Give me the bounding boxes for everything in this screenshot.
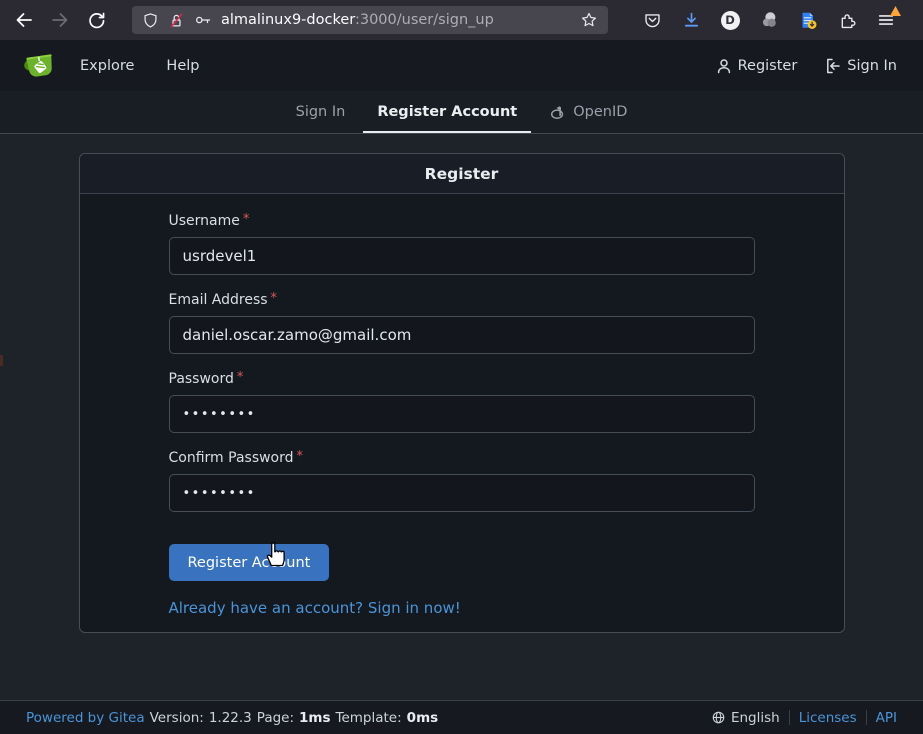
username-input[interactable]: [169, 237, 755, 275]
url-text[interactable]: almalinux9-docker:3000/user/sign_up: [221, 12, 571, 28]
downloads-icon[interactable]: [681, 10, 701, 30]
password-label: Password*: [169, 371, 755, 387]
url-bar[interactable]: almalinux9-docker:3000/user/sign_up: [132, 6, 608, 34]
nav-help[interactable]: Help: [166, 58, 199, 74]
duckduckgo-extension-icon[interactable]: D: [720, 10, 740, 30]
required-marker: *: [271, 292, 278, 305]
required-marker: *: [243, 213, 250, 226]
email-label: Email Address*: [169, 292, 755, 308]
licenses-link[interactable]: Licenses: [799, 710, 857, 726]
version-label: Version:: [150, 710, 204, 726]
shield-permissions-icon[interactable]: [142, 12, 159, 29]
footer-divider: [866, 710, 867, 725]
document-extension-icon[interactable]: [798, 10, 818, 30]
browser-toolbar: almalinux9-docker:3000/user/sign_up D: [0, 0, 923, 40]
site-navbar: Explore Help Register Sign In: [0, 40, 923, 91]
nav-explore[interactable]: Explore: [80, 58, 134, 74]
confirm-password-input[interactable]: [169, 474, 755, 512]
api-link[interactable]: API: [876, 710, 897, 726]
required-marker: *: [297, 450, 304, 463]
tab-sign-in[interactable]: Sign In: [282, 91, 360, 133]
language-label: English: [731, 710, 780, 726]
reload-icon: [87, 11, 106, 30]
required-marker: *: [237, 371, 244, 384]
nav-sign-in[interactable]: Sign In: [825, 58, 897, 74]
confirm-password-label: Confirm Password*: [169, 450, 755, 466]
globe-icon: [711, 710, 726, 725]
username-field-group: Username*: [169, 213, 755, 275]
gray-circles-extension-icon[interactable]: [759, 10, 779, 30]
page-time-label: Page:: [257, 710, 294, 726]
powered-by-gitea-link[interactable]: Powered by Gitea: [26, 710, 145, 726]
email-input[interactable]: [169, 316, 755, 354]
url-host: almalinux9-docker: [221, 12, 355, 28]
reload-button[interactable]: [80, 5, 112, 35]
tab-openid[interactable]: OpenID: [535, 91, 641, 133]
confirm-password-field-group: Confirm Password*: [169, 450, 755, 512]
site-footer: Powered by Gitea Version: 1.22.3 Page: 1…: [0, 700, 923, 734]
forward-arrow-icon: [50, 10, 70, 30]
template-time-value: 0ms: [407, 710, 439, 726]
page-content: Register Username* Email Address* Passwo…: [0, 153, 923, 719]
openid-icon: [549, 104, 566, 121]
password-input[interactable]: [169, 395, 755, 433]
extension-area: D: [642, 10, 896, 30]
panel-title: Register: [80, 154, 844, 194]
person-icon: [716, 58, 732, 74]
menu-warning-badge: [890, 6, 901, 16]
version-value: 1.22.3: [209, 710, 252, 726]
email-field-group: Email Address*: [169, 292, 755, 354]
tab-register-account[interactable]: Register Account: [363, 91, 531, 133]
sign-in-now-link[interactable]: Already have an account? Sign in now!: [169, 599, 461, 617]
gitea-logo[interactable]: [20, 48, 56, 84]
insecure-lock-icon[interactable]: [168, 12, 185, 29]
extensions-puzzle-icon[interactable]: [837, 10, 857, 30]
pocket-icon[interactable]: [642, 10, 662, 30]
menu-hamburger-icon[interactable]: [876, 10, 896, 30]
saved-login-key-icon[interactable]: [194, 11, 212, 29]
template-time-label: Template:: [336, 710, 402, 726]
back-button[interactable]: [8, 5, 40, 35]
register-account-button[interactable]: Register Account: [169, 544, 330, 581]
password-field-group: Password*: [169, 371, 755, 433]
register-form: Username* Email Address* Password* Confi…: [80, 194, 844, 632]
screen-edge-artifact: [0, 355, 3, 366]
url-path: :3000/user/sign_up: [355, 12, 494, 28]
footer-divider: [789, 710, 790, 725]
sign-in-icon: [825, 58, 841, 74]
back-arrow-icon: [14, 10, 34, 30]
page-time-value: 1ms: [299, 710, 331, 726]
bookmark-star-icon[interactable]: [580, 11, 598, 29]
auth-tabbar: Sign In Register Account OpenID: [0, 91, 923, 134]
register-panel: Register Username* Email Address* Passwo…: [79, 153, 845, 633]
username-label: Username*: [169, 213, 755, 229]
language-selector[interactable]: English: [711, 710, 780, 726]
forward-button[interactable]: [44, 5, 76, 35]
nav-register[interactable]: Register: [716, 58, 798, 74]
